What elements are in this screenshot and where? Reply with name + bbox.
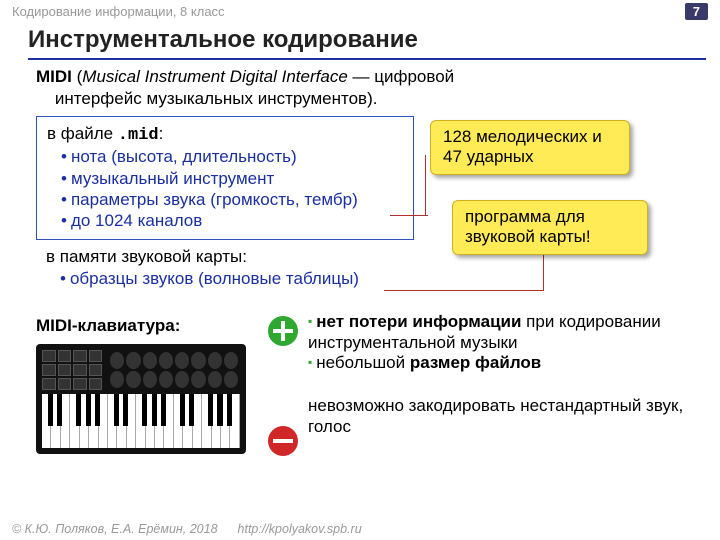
memory-lead: в памяти звуковой карты: bbox=[46, 247, 247, 266]
title-rule bbox=[28, 58, 706, 60]
filebox-colon: : bbox=[159, 124, 164, 143]
con-item: невозможно закодировать нестандартный зв… bbox=[308, 396, 700, 437]
midi-keyboard-image bbox=[36, 344, 246, 454]
footer-authors: © К.Ю. Поляков, Е.А. Ерёмин, 2018 bbox=[12, 522, 218, 536]
callout-instruments: 128 мелодических и 47 ударных bbox=[430, 120, 630, 175]
footer: © К.Ю. Поляков, Е.А. Ерёмин, 2018 http:/… bbox=[12, 522, 708, 536]
page-title: Инструментальное кодирование bbox=[28, 26, 418, 54]
memory-block: в памяти звуковой карты: образцы звуков … bbox=[36, 246, 416, 289]
midi-expansion: Musical Instrument Digital Interface bbox=[82, 67, 348, 86]
pro2-lead: небольшой bbox=[316, 353, 410, 372]
filebox-item: нота (высота, длительность) bbox=[61, 146, 403, 167]
callout-program: программа для звуковой карты! bbox=[452, 200, 648, 255]
connector bbox=[384, 290, 544, 291]
keyboard-pads bbox=[42, 350, 102, 390]
filebox-item: параметры звука (громкость, тембр) bbox=[61, 189, 403, 210]
callout2-l1: программа для bbox=[465, 207, 585, 226]
filebox-item: музыкальный инструмент bbox=[61, 168, 403, 189]
topic-text: Кодирование информации, 8 класс bbox=[12, 4, 225, 19]
filebox-lead: в файле bbox=[47, 124, 118, 143]
pro2-bold: размер файлов bbox=[410, 353, 541, 372]
callout1-l2: 47 ударных bbox=[443, 147, 534, 166]
pro-item: небольшой размер файлов bbox=[308, 353, 700, 374]
plus-icon bbox=[268, 316, 298, 346]
mid-file-box: в файле .mid: нота (высота, длительность… bbox=[36, 116, 414, 240]
callout1-l1: 128 мелодических и bbox=[443, 127, 602, 146]
page-number: 7 bbox=[685, 3, 708, 20]
pro1-bold: нет потери информации bbox=[316, 312, 521, 331]
pro-item: нет потери информации при кодировании ин… bbox=[308, 312, 700, 353]
callout2-l2: звуковой карты! bbox=[465, 227, 591, 246]
intro-line2: интерфейс музыкальных инструментов). bbox=[55, 89, 378, 108]
minus-icon bbox=[268, 426, 298, 456]
keyboard-keys bbox=[42, 394, 240, 448]
pros-cons: нет потери информации при кодировании ин… bbox=[308, 312, 700, 438]
footer-url: http://kpolyakov.spb.ru bbox=[238, 522, 362, 536]
midi-abbr: MIDI bbox=[36, 67, 72, 86]
filebox-item: до 1024 каналов bbox=[61, 210, 403, 231]
memory-item: образцы звуков (волновые таблицы) bbox=[60, 268, 416, 289]
connector bbox=[425, 155, 426, 215]
midi-intro: MIDI (Musical Instrument Digital Interfa… bbox=[36, 66, 706, 110]
header-strip: Кодирование информации, 8 класс 7 bbox=[0, 0, 720, 22]
connector bbox=[390, 215, 428, 216]
keyboard-label: MIDI-клавиатура: bbox=[36, 316, 180, 336]
keyboard-knobs bbox=[108, 350, 240, 390]
intro-dash: — цифровой bbox=[348, 67, 454, 86]
filebox-ext: .mid bbox=[118, 126, 159, 145]
